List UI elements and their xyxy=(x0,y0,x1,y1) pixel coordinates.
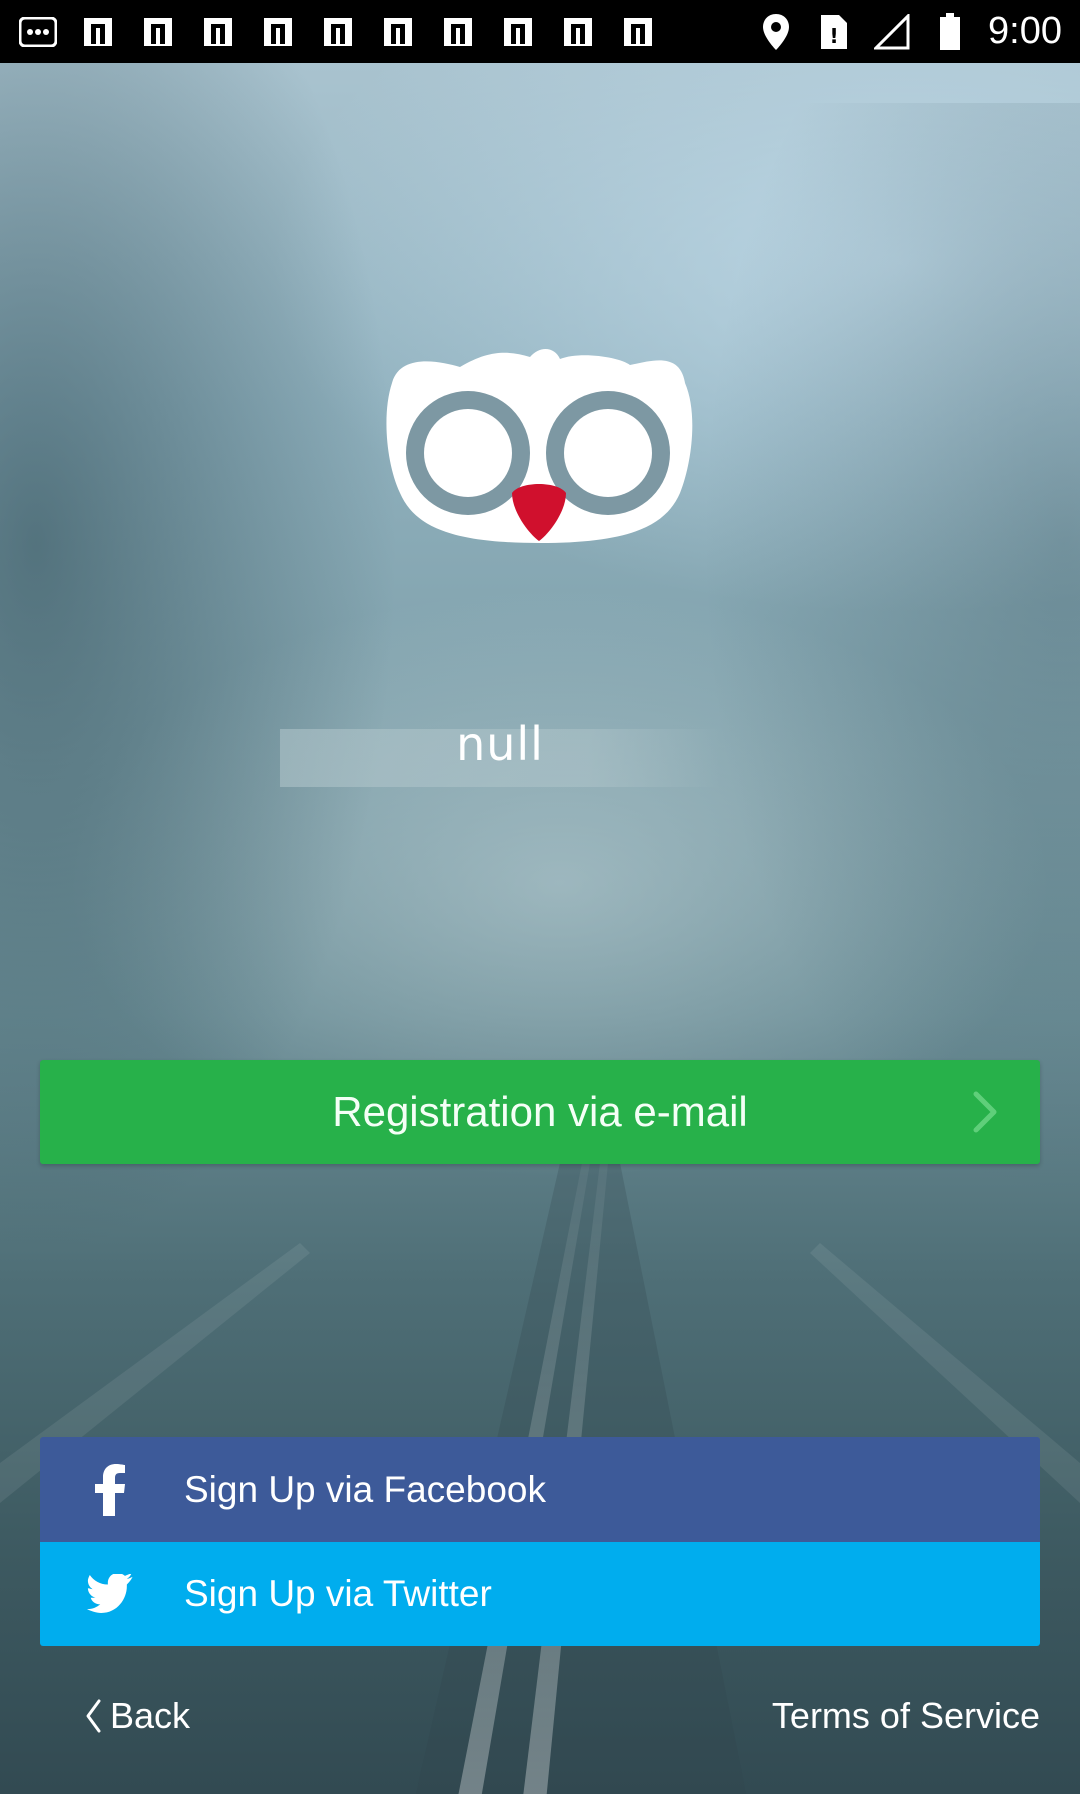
signal-icon xyxy=(872,12,912,52)
notification-icon xyxy=(78,12,118,52)
chevron-right-icon xyxy=(973,1091,997,1133)
notification-icon xyxy=(258,12,298,52)
no-sim-icon: ! xyxy=(814,12,854,52)
chevron-left-icon xyxy=(86,1699,101,1733)
notification-icon xyxy=(198,12,238,52)
owl-logo-icon xyxy=(386,348,693,543)
terms-of-service-link[interactable]: Terms of Service xyxy=(772,1695,1040,1737)
signup-facebook-label: Sign Up via Facebook xyxy=(184,1468,546,1510)
tree-shade xyxy=(700,103,1080,1203)
notification-icon xyxy=(558,12,598,52)
notification-icon xyxy=(438,12,478,52)
signup-twitter-label: Sign Up via Twitter xyxy=(184,1573,492,1614)
location-icon xyxy=(756,12,796,52)
twitter-bird-icon xyxy=(78,1562,142,1626)
back-label: Back xyxy=(110,1695,191,1736)
signup-twitter-button[interactable]: Sign Up via Twitter xyxy=(40,1542,1040,1646)
registration-email-button[interactable]: Registration via e-mail xyxy=(40,1060,1040,1164)
username-value: null xyxy=(456,717,544,771)
back-link[interactable]: Back xyxy=(84,1695,190,1737)
notification-icon xyxy=(378,12,418,52)
facebook-icon xyxy=(78,1458,142,1522)
notification-icon xyxy=(138,12,178,52)
signup-facebook-button[interactable]: Sign Up via Facebook xyxy=(40,1437,1040,1542)
status-left-icons xyxy=(18,12,658,52)
notification-icon xyxy=(498,12,538,52)
battery-icon xyxy=(930,12,970,52)
more-icon xyxy=(18,12,58,52)
notification-icon xyxy=(618,12,658,52)
status-time: 9:00 xyxy=(988,10,1062,52)
status-right-icons: ! 9:00 xyxy=(756,10,1062,53)
notification-icon xyxy=(318,12,358,52)
svg-text:!: ! xyxy=(829,24,838,48)
status-bar: ! 9:00 xyxy=(0,0,1080,63)
registration-email-label: Registration via e-mail xyxy=(332,1088,748,1135)
